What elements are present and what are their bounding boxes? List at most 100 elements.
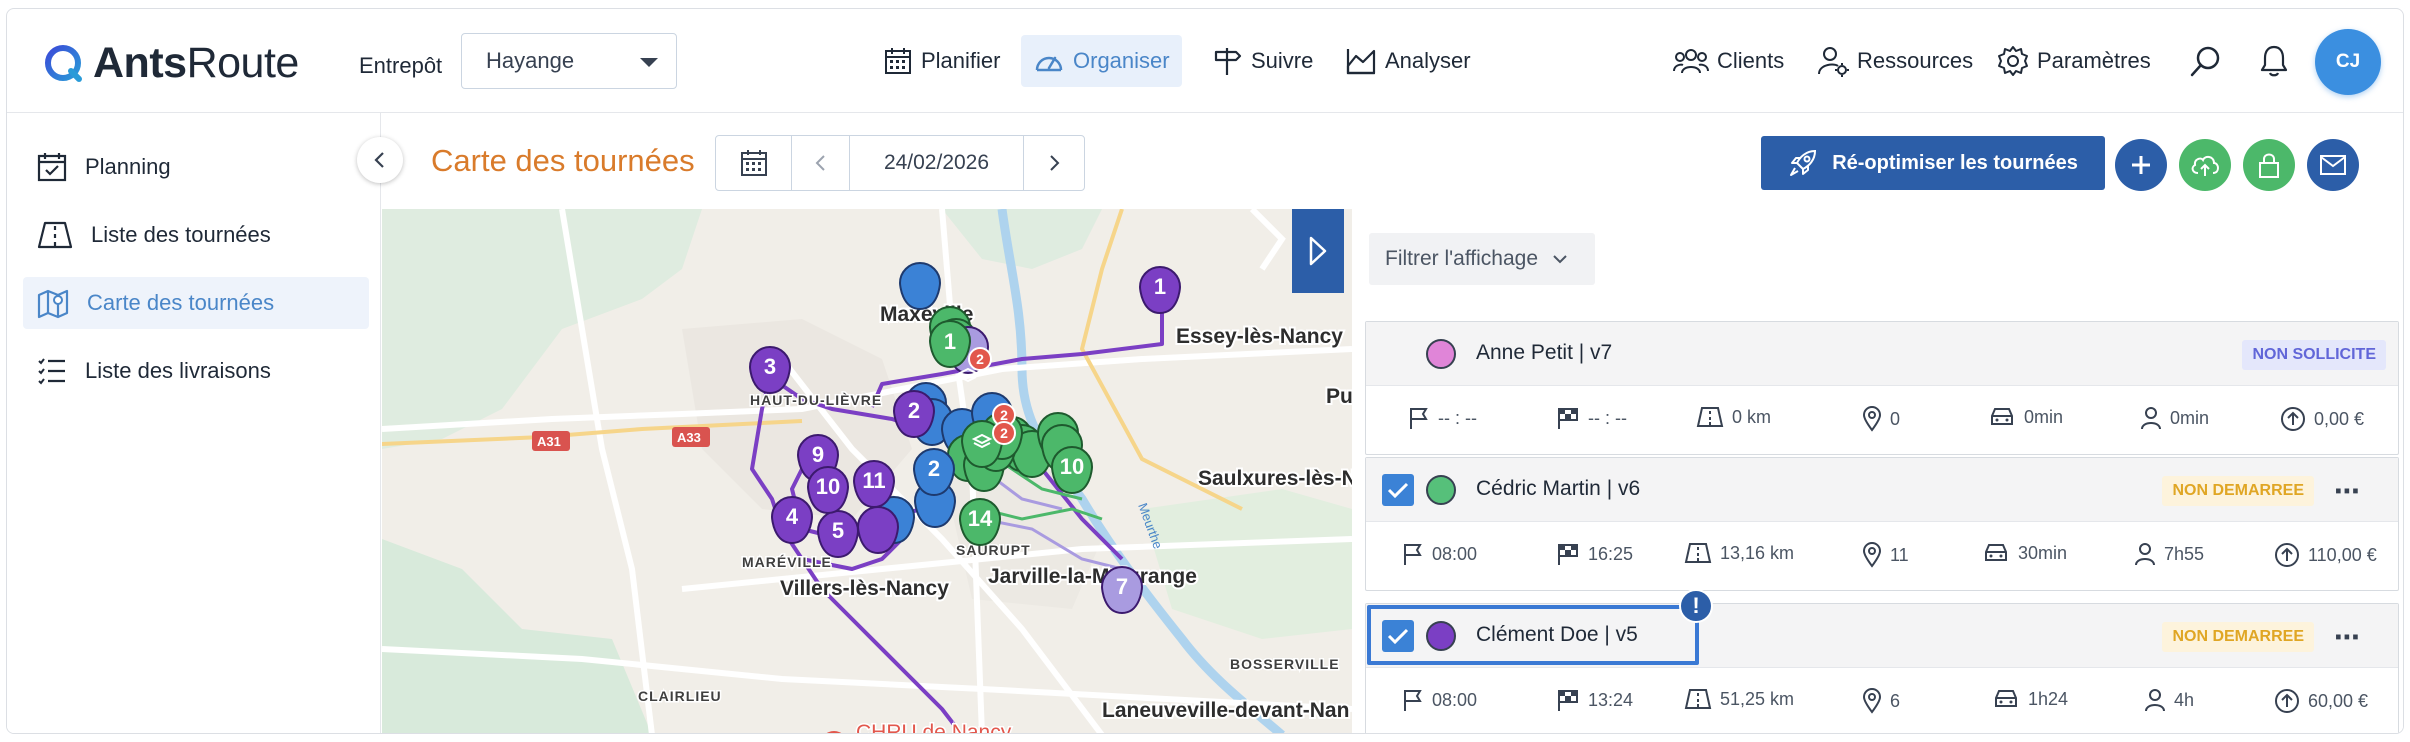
nav-analyser[interactable]: Analyser [1333, 35, 1483, 87]
gear-icon [1998, 46, 2028, 76]
chevron-left-icon [815, 155, 825, 171]
sidebar-collapse-button[interactable] [357, 137, 403, 183]
email-button[interactable] [2307, 139, 2359, 191]
stat-drive-value: 30min [2018, 542, 2068, 563]
nav-ressources[interactable]: Ressources [1805, 35, 1985, 87]
vehicle-card-stats: 08:00 13:24 51,25 km 6 1h24 4h 60,00 € [1366, 668, 2398, 733]
map-label-essey: Essey-lès-Nancy [1176, 325, 1343, 348]
antsroute-logo[interactable]: AntsRoute [43, 39, 299, 87]
map-label-villers: Villers-lès-Nancy [780, 577, 949, 600]
stat-drive: 30min [1982, 542, 2067, 564]
vehicle-checkbox[interactable] [1382, 474, 1414, 506]
logo-light: Route [186, 38, 300, 87]
stat-distance-value: 51,25 km [1720, 688, 1795, 709]
sidebar-item-liste-livraisons[interactable]: Liste des livraisons [23, 345, 369, 397]
notifications-button[interactable] [2247, 35, 2301, 87]
vehicle-card[interactable]: Cédric Martin | v6 NON DEMARREE ⋯ 08:00 … [1365, 457, 2399, 591]
entrepot-value: Hayange [486, 48, 575, 73]
marker-label: 2 [928, 456, 940, 481]
map-canvas: Maxéville Essey-lès-Nancy Pul Saulxures-… [382, 209, 1352, 733]
add-button[interactable] [2115, 139, 2167, 191]
stat-cost: 60,00 € [2274, 688, 2368, 714]
location-pin-icon [1862, 406, 1882, 432]
next-day-button[interactable] [1024, 136, 1084, 190]
calendar-check-icon [37, 153, 67, 182]
chevron-right-icon [1050, 155, 1060, 171]
nav-planifier[interactable]: Planifier [871, 35, 1012, 87]
previous-day-button[interactable] [792, 136, 850, 190]
more-options-icon[interactable]: ⋯ [2334, 476, 2362, 507]
stat-work-value: 4h [2174, 689, 2195, 710]
map-label-clairlieu: CLAIRLIEU [638, 688, 722, 704]
stat-start: 08:00 [1402, 542, 1477, 566]
user-avatar[interactable]: CJ [2315, 29, 2381, 95]
person-icon [2141, 407, 2161, 430]
map-label-pul: Pul [1326, 385, 1352, 408]
sidebar-item-carte-tournees[interactable]: Carte des tournées [23, 277, 369, 329]
lock-button[interactable] [2243, 139, 2295, 191]
upload-button[interactable] [2179, 139, 2231, 191]
road-shield-a33: A33 [677, 430, 701, 445]
signpost-icon [1214, 48, 1242, 75]
warning-icon[interactable]: ! [1679, 589, 1713, 623]
stat-cost-value: 0,00 € [2314, 408, 2365, 429]
calendar-icon [885, 48, 911, 74]
nav-ressources-label: Ressources [1857, 48, 1974, 73]
map-panel-toggle[interactable] [1292, 209, 1344, 293]
nav-suivre[interactable]: Suivre [1199, 35, 1325, 87]
date-display[interactable]: 24/02/2026 [850, 136, 1024, 190]
stat-distance-value: 0 km [1732, 406, 1772, 427]
play-icon [1309, 236, 1327, 266]
stat-work: 4h [2144, 688, 2194, 712]
stat-cost: 0,00 € [2280, 406, 2364, 432]
person-icon [2145, 689, 2165, 712]
sidebar-item-planning[interactable]: Planning [23, 141, 369, 193]
stat-cost-value: 110,00 € [2308, 544, 2377, 565]
nav-parametres[interactable]: Paramètres [1985, 35, 2163, 87]
map-label-saurupt: SAURUPT [956, 542, 1031, 558]
stat-distance-value: 13,16 km [1720, 542, 1795, 563]
stat-start: -- : -- [1408, 406, 1477, 430]
checkered-flag-icon [1558, 408, 1578, 429]
car-icon [1985, 544, 2007, 561]
bell-icon [2260, 45, 2288, 77]
sidebar-item-label: Liste des livraisons [85, 358, 271, 383]
checkered-flag-icon [1558, 690, 1578, 711]
map-marker-purple[interactable] [857, 506, 899, 554]
sidebar-item-liste-tournees[interactable]: Liste des tournées [23, 209, 369, 261]
road-icon [1696, 407, 1724, 427]
marker-label: 14 [968, 506, 993, 531]
flag-icon [1404, 690, 1422, 711]
road-shield-a31: A31 [537, 434, 561, 449]
chevron-down-icon [1553, 255, 1567, 264]
marker-badge-label: 2 [1000, 407, 1008, 423]
logo-text: AntsRoute [93, 39, 299, 88]
stat-start: 08:00 [1402, 688, 1477, 712]
calendar-picker-button[interactable] [716, 136, 792, 190]
calendar-icon [740, 150, 767, 176]
page-title: Carte des tournées [431, 143, 695, 178]
nav-organiser[interactable]: Organiser [1021, 35, 1182, 87]
route-map[interactable]: Maxéville Essey-lès-Nancy Pul Saulxures-… [382, 209, 1352, 733]
status-badge: NON SOLLICITE [2242, 340, 2386, 370]
vehicle-card[interactable]: Anne Petit | v7 NON SOLLICITE -- : -- --… [1365, 321, 2399, 455]
stat-work-value: 7h55 [2164, 543, 2205, 564]
nav-planifier-label: Planifier [921, 48, 1001, 73]
sidebar-item-label: Carte des tournées [87, 290, 275, 315]
marker-badge-label: 2 [1000, 425, 1008, 441]
stat-start-value: 08:00 [1432, 689, 1478, 710]
logo-icon [45, 45, 82, 82]
marker-label: 1 [944, 329, 956, 354]
more-options-icon[interactable]: ⋯ [2334, 622, 2362, 653]
gauge-icon [1035, 56, 1063, 72]
stat-drive-value: 1h24 [2028, 688, 2069, 709]
marker-label: 1 [1154, 274, 1166, 299]
nav-clients[interactable]: Clients [1661, 35, 1796, 87]
entrepot-select[interactable]: Hayange [461, 33, 677, 89]
filter-display-button[interactable]: Filtrer l'affichage [1369, 233, 1595, 285]
reoptimize-button[interactable]: Ré-optimiser les tournées [1761, 136, 2105, 190]
map-marker-blue[interactable] [899, 262, 941, 310]
search-button[interactable] [2177, 35, 2235, 87]
arrow-up-circle-icon [2281, 407, 2305, 431]
stat-distance: 51,25 km [1684, 688, 1794, 710]
